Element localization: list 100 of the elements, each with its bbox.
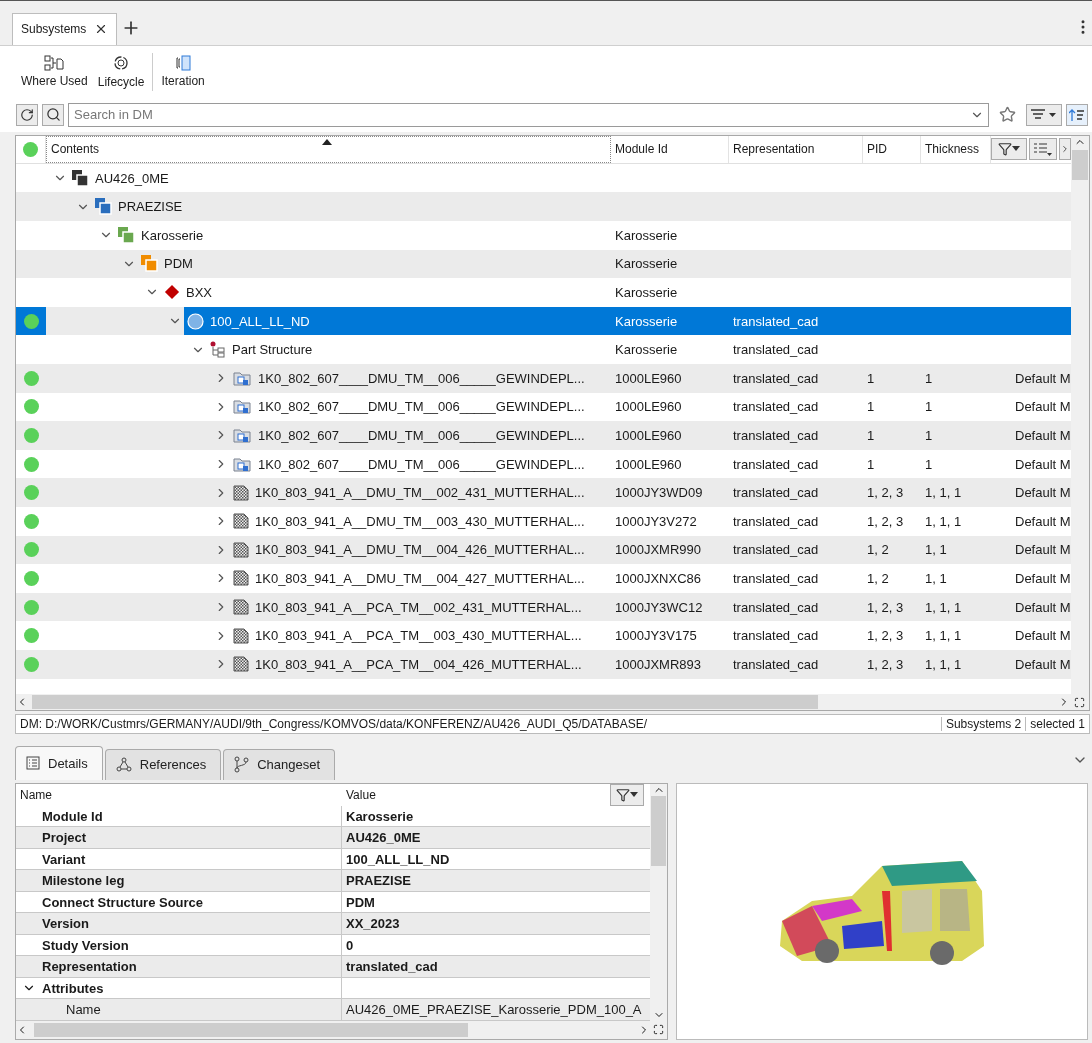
table-cell: translated_cad: [733, 628, 819, 644]
folder-icon: [233, 426, 252, 444]
table-cell: 1000JXNXC86: [615, 570, 701, 586]
toolbar-button[interactable]: Lifecycle: [92, 52, 150, 92]
table-cell: 1000LE960: [615, 456, 682, 472]
folder-icon: [233, 455, 252, 473]
status-text: Subsystems 2: [940, 717, 1026, 731]
list-icon: [26, 756, 40, 771]
property-name: Version: [42, 916, 89, 932]
table-cell: Karosserie: [615, 285, 678, 300]
tree-row[interactable]: 1K0_803_941_A__PCA_TM__002_431_MUTTERHAL... 1000JY3WC12 translated_cad 1, 2, 3 1, 1, 1 Default M: [16, 592, 1071, 622]
tree-item-label: 1K0_802_607____DMU_TM__006_____GEWINDEPL...: [258, 370, 585, 386]
scrollbar-thumb[interactable]: [32, 695, 818, 709]
tree-row[interactable]: PRAEZISE: [16, 192, 1071, 221]
star-icon[interactable]: [999, 106, 1016, 124]
refresh-button[interactable]: [16, 103, 38, 126]
filter-button[interactable]: [610, 784, 644, 806]
column-header[interactable]: Name: [16, 788, 342, 802]
column-header[interactable]: Contents: [46, 135, 611, 163]
table-cell: 1: [925, 370, 933, 386]
toolbar-button[interactable]: Where Used: [16, 53, 93, 91]
panel-tab[interactable]: References: [104, 749, 222, 780]
tree-row[interactable]: 1K0_802_607____DMU_TM__006_____GEWINDEPL... 1000LE960 translated_cad 1 1 Default M: [16, 421, 1071, 450]
column-header[interactable]: Module Id: [611, 135, 729, 163]
database-path: DM: D:/WORK/Custmrs/GERMANY/AUDI/9th_Congress/KOMVOS/data/KONFERENZ/AU426_AUDI_Q5/DATABASE/: [19, 717, 649, 731]
property-value: XX_2023: [346, 916, 400, 932]
tree-item-label: 1K0_803_941_A__PCA_TM__002_431_MUTTERHAL...: [255, 599, 582, 615]
filter-button[interactable]: [991, 137, 1027, 160]
tree-item-label: 1K0_803_941_A__PCA_TM__003_430_MUTTERHAL...: [255, 628, 582, 644]
subsystems-tab[interactable]: Subsystems: [12, 12, 118, 45]
table-cell: 1, 1, 1: [925, 656, 962, 672]
table-cell: translated_cad: [733, 399, 819, 415]
expand-view-icon[interactable]: [653, 1024, 664, 1036]
table-cell: translated_cad: [733, 370, 819, 386]
tree-row[interactable]: PDM Karosserie: [16, 249, 1071, 279]
sort-ascending-button[interactable]: [1066, 103, 1088, 126]
3d-viewer[interactable]: [676, 783, 1088, 1040]
mesh-icon: [233, 513, 249, 530]
table-cell: Default M: [1015, 427, 1071, 443]
property-name: Name: [66, 1002, 101, 1018]
property-value: PRAEZISE: [346, 873, 411, 889]
table-cell: translated_cad: [733, 542, 819, 558]
panel-tab[interactable]: Changeset: [223, 749, 336, 780]
table-cell: Default M: [1015, 370, 1071, 386]
scrollbar-thumb[interactable]: [1072, 149, 1088, 180]
table-cell: translated_cad: [733, 427, 819, 443]
folder-icon: [233, 369, 252, 387]
table-cell: 1000JY3WC12: [615, 599, 703, 615]
hierarchy-icon: [210, 341, 226, 359]
network-icon: [115, 757, 132, 773]
folder-icon: [233, 398, 252, 416]
table-cell: 1, 2, 3: [867, 656, 904, 672]
table-cell: translated_cad: [733, 513, 819, 529]
tree-item-label: BXX: [186, 285, 212, 300]
table-cell: 1, 1: [925, 570, 947, 586]
table-cell: translated_cad: [733, 313, 819, 329]
table-cell: Default M: [1015, 542, 1071, 558]
property-name: Module Id: [42, 808, 103, 824]
tree-row[interactable]: 1K0_803_941_A__PCA_TM__004_426_MUTTERHAL... 1000JXMR893 translated_cad 1, 2, 3 1, 1, 1 Default M: [16, 649, 1071, 679]
columns-icon: [1033, 141, 1053, 156]
search-button[interactable]: [42, 103, 64, 126]
table-cell: Default M: [1015, 570, 1071, 586]
table-cell: 1, 1, 1: [925, 513, 962, 529]
chevron-right-icon: [1060, 143, 1070, 154]
column-header[interactable]: Value: [342, 788, 610, 802]
mesh-icon: [233, 484, 249, 501]
scrollbar-thumb[interactable]: [34, 1023, 468, 1037]
table-cell: translated_cad: [733, 342, 819, 358]
tree-item-label: PRAEZISE: [118, 199, 183, 215]
panel-tab[interactable]: Details: [15, 746, 103, 780]
expand-view-icon[interactable]: [1074, 696, 1085, 708]
sort-button[interactable]: [1026, 103, 1062, 126]
tree-row[interactable]: 100_ALL_LL_ND Karosserie translated_cad: [16, 306, 1071, 336]
sort-icon: [1030, 107, 1058, 122]
table-cell: translated_cad: [733, 570, 819, 586]
column-header[interactable]: Representation: [729, 135, 863, 163]
property-value: translated_cad: [346, 959, 438, 975]
tree-item-label: 1K0_803_941_A__PCA_TM__004_426_MUTTERHAL...: [255, 656, 582, 672]
search-field[interactable]: Search in DM: [68, 102, 989, 127]
status-icon: [23, 141, 38, 157]
tree-row[interactable]: 1K0_802_607____DMU_TM__006_____GEWINDEPL... 1000LE960 translated_cad 1 1 Default M: [16, 363, 1071, 393]
tree-item-label: Part Structure: [232, 342, 313, 358]
circle-icon: [187, 312, 204, 330]
tree-row[interactable]: 1K0_803_941_A__DMU_TM__004_426_MUTTERHAL... 1000JXMR990 translated_cad 1, 2 1, 1 Default M: [16, 535, 1071, 565]
filter-icon: [616, 788, 630, 802]
table-cell: 1000JY3WD09: [615, 485, 703, 501]
table-cell: 1: [867, 370, 875, 386]
tree-item-label: 1K0_802_607____DMU_TM__006_____GEWINDEPL...: [258, 427, 585, 443]
column-header[interactable]: PID: [863, 135, 921, 163]
property-value: AU426_0ME: [346, 830, 421, 846]
toolbar-button[interactable]: Iteration: [156, 53, 210, 91]
tree-item-label: AU426_0ME: [95, 170, 169, 186]
scrollbar-thumb[interactable]: [651, 796, 666, 866]
tree-row[interactable]: 1K0_803_941_A__DMU_TM__002_431_MUTTERHAL... 1000JY3WD09 translated_cad 1, 2, 3 1, 1, 1 Default M: [16, 478, 1071, 507]
columns-button[interactable]: [1029, 137, 1057, 160]
table-cell: Default M: [1015, 456, 1071, 472]
table-cell: 1, 1, 1: [925, 599, 962, 615]
filter-icon: [998, 141, 1012, 156]
table-cell: translated_cad: [733, 599, 819, 615]
table-cell: 1, 2, 3: [867, 628, 904, 644]
